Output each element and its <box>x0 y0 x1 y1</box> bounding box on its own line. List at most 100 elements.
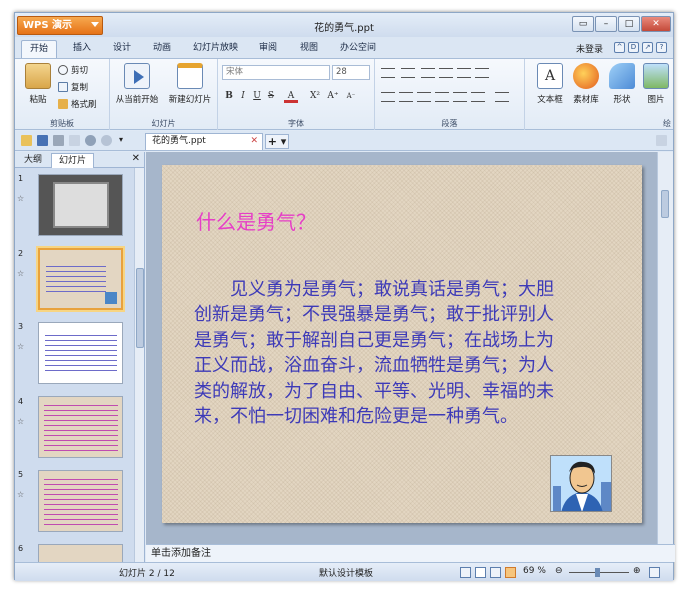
slide-count: 幻灯片 2 / 12 <box>119 569 175 579</box>
collapse-icon[interactable]: ^ <box>614 42 625 53</box>
decrease-indent-icon[interactable] <box>421 68 435 78</box>
new-tab-button[interactable]: + ▾ <box>265 134 289 149</box>
zoom-in-icon[interactable]: ⊕ <box>633 566 641 576</box>
font-color-button[interactable]: A <box>284 89 298 103</box>
skin-icon[interactable]: D <box>628 42 639 53</box>
zoom-out-icon[interactable]: ⊖ <box>555 566 563 576</box>
print-icon[interactable] <box>53 135 64 146</box>
paragraph-spacing-icon[interactable] <box>495 92 509 102</box>
undo-icon[interactable] <box>85 135 96 146</box>
document-tab[interactable]: 花的勇气.ppt ✕ <box>145 133 263 150</box>
bullet-list-icon[interactable] <box>381 68 395 78</box>
underline-button[interactable]: U <box>250 89 264 103</box>
tab-outline[interactable]: 大纲 <box>17 153 49 168</box>
tab-office-space[interactable]: 办公空间 <box>332 40 384 59</box>
picture-button[interactable]: 图片 <box>641 63 671 105</box>
slide-thumbnail-6[interactable] <box>38 544 123 562</box>
slide-thumbnail-1[interactable] <box>38 174 123 236</box>
play-from-current-button[interactable]: 从当前开始 <box>114 63 160 105</box>
tab-slideshow[interactable]: 幻灯片放映 <box>185 40 246 59</box>
increase-indent-icon[interactable] <box>439 68 453 78</box>
textbox-button[interactable]: A 文本框 <box>535 63 565 105</box>
tab-review[interactable]: 审阅 <box>251 40 285 59</box>
justify-icon[interactable] <box>435 92 449 102</box>
tab-design[interactable]: 设计 <box>105 40 139 59</box>
font-group-label: 字体 <box>288 119 304 128</box>
shape-label: 形状 <box>613 95 631 105</box>
numbered-list-icon[interactable] <box>401 68 415 78</box>
canvas-scrollbar[interactable] <box>657 152 673 544</box>
slide[interactable]: 什么是勇气？ 见义勇为是勇气；敢说真话是勇气；大胆创新是勇气；不畏强暴是勇气；敢… <box>162 165 642 523</box>
slide-thumbnail-4[interactable] <box>38 396 123 458</box>
cartoon-man-image[interactable] <box>550 455 612 512</box>
copy-button[interactable]: 复制 <box>58 81 88 93</box>
tab-view[interactable]: 视图 <box>292 40 326 59</box>
close-icon[interactable]: ✕ <box>132 153 140 164</box>
material-library-button[interactable]: 素材库 <box>569 63 603 105</box>
align-center-icon[interactable] <box>399 92 413 102</box>
tab-insert[interactable]: 插入 <box>65 40 99 59</box>
share-icon[interactable]: ↗ <box>642 42 653 53</box>
shrink-font-button[interactable]: A⁻ <box>344 89 358 103</box>
slideshow-view-icon[interactable] <box>505 567 516 578</box>
notes-pane[interactable]: 单击添加备注 <box>146 544 675 562</box>
font-size-select[interactable]: 28 <box>332 65 370 80</box>
tab-animation[interactable]: 动画 <box>145 40 179 59</box>
slide-thumbnail-3[interactable] <box>38 322 123 384</box>
scroll-thumb[interactable] <box>136 268 144 348</box>
insert-group: A 文本框 素材库 形状 图片 绘 <box>525 59 675 130</box>
slide-title[interactable]: 什么是勇气？ <box>196 209 336 235</box>
maximize-button[interactable]: □ <box>618 16 640 32</box>
print-preview-icon[interactable] <box>69 135 80 146</box>
scroll-thumb[interactable] <box>661 190 669 218</box>
draw-group-label: 绘 <box>663 119 671 128</box>
italic-button[interactable]: I <box>236 89 250 103</box>
open-icon[interactable] <box>21 135 32 146</box>
close-button[interactable]: ✕ <box>641 16 671 32</box>
play-icon <box>124 63 150 89</box>
window-list-icon[interactable] <box>656 135 667 146</box>
help-icon[interactable]: ? <box>656 42 667 53</box>
align-left-icon[interactable] <box>381 92 395 102</box>
restore-panel-icon[interactable]: ▭ <box>572 16 594 32</box>
distribute-icon[interactable] <box>453 92 467 102</box>
shape-button[interactable]: 形状 <box>607 63 637 105</box>
ribbon: 粘贴 剪切 复制 格式刷 剪贴板 从当前开始 新建幻灯片 幻灯片 宋体 28 B… <box>15 58 673 130</box>
scissors-icon <box>58 65 68 75</box>
fit-window-icon[interactable] <box>649 567 660 578</box>
paste-button[interactable]: 粘贴 <box>21 63 55 105</box>
save-icon[interactable] <box>37 135 48 146</box>
normal-view-icon[interactable] <box>460 567 471 578</box>
grid-view-icon[interactable] <box>490 567 501 578</box>
font-name-select[interactable]: 宋体 <box>222 65 330 80</box>
redo-icon[interactable] <box>101 135 112 146</box>
format-painter-button[interactable]: 格式刷 <box>58 98 97 110</box>
align-right-icon[interactable] <box>417 92 431 102</box>
superscript-button[interactable]: X² <box>308 89 322 103</box>
slide-thumbnail-2[interactable] <box>38 248 123 310</box>
bold-button[interactable]: B <box>222 89 236 103</box>
cut-button[interactable]: 剪切 <box>58 64 88 76</box>
login-link[interactable]: 未登录 <box>576 42 603 55</box>
animation-star-icon: ☆ <box>17 342 25 351</box>
zoom-slider-handle[interactable] <box>595 568 600 577</box>
animation-star-icon: ☆ <box>17 194 25 203</box>
minimize-button[interactable]: – <box>595 16 617 32</box>
sorter-view-icon[interactable] <box>475 567 486 578</box>
line-spacing-icon[interactable] <box>457 68 471 78</box>
strikethrough-button[interactable]: S <box>264 89 278 103</box>
panel-scrollbar[interactable] <box>134 168 144 562</box>
tab-start[interactable]: 开始 <box>21 40 58 59</box>
status-bar: 幻灯片 2 / 12 默认设计模板 69 % ⊖ ⊕ <box>15 562 673 581</box>
tab-slides[interactable]: 幻灯片 <box>51 153 95 168</box>
slide-body[interactable]: 见义勇为是勇气；敢说真话是勇气；大胆创新是勇气；不畏强暴是勇气；敢于批评别人是勇… <box>194 277 566 429</box>
text-direction-icon[interactable] <box>475 68 489 78</box>
material-icon <box>573 63 599 89</box>
columns-icon[interactable] <box>471 92 485 102</box>
grow-font-button[interactable]: A⁺ <box>326 89 340 103</box>
new-slide-icon <box>177 63 203 89</box>
customize-dropdown-icon[interactable]: ▾ <box>119 135 130 146</box>
close-tab-icon[interactable]: ✕ <box>250 134 258 149</box>
new-slide-button[interactable]: 新建幻灯片 <box>166 63 214 105</box>
slide-thumbnail-5[interactable] <box>38 470 123 532</box>
